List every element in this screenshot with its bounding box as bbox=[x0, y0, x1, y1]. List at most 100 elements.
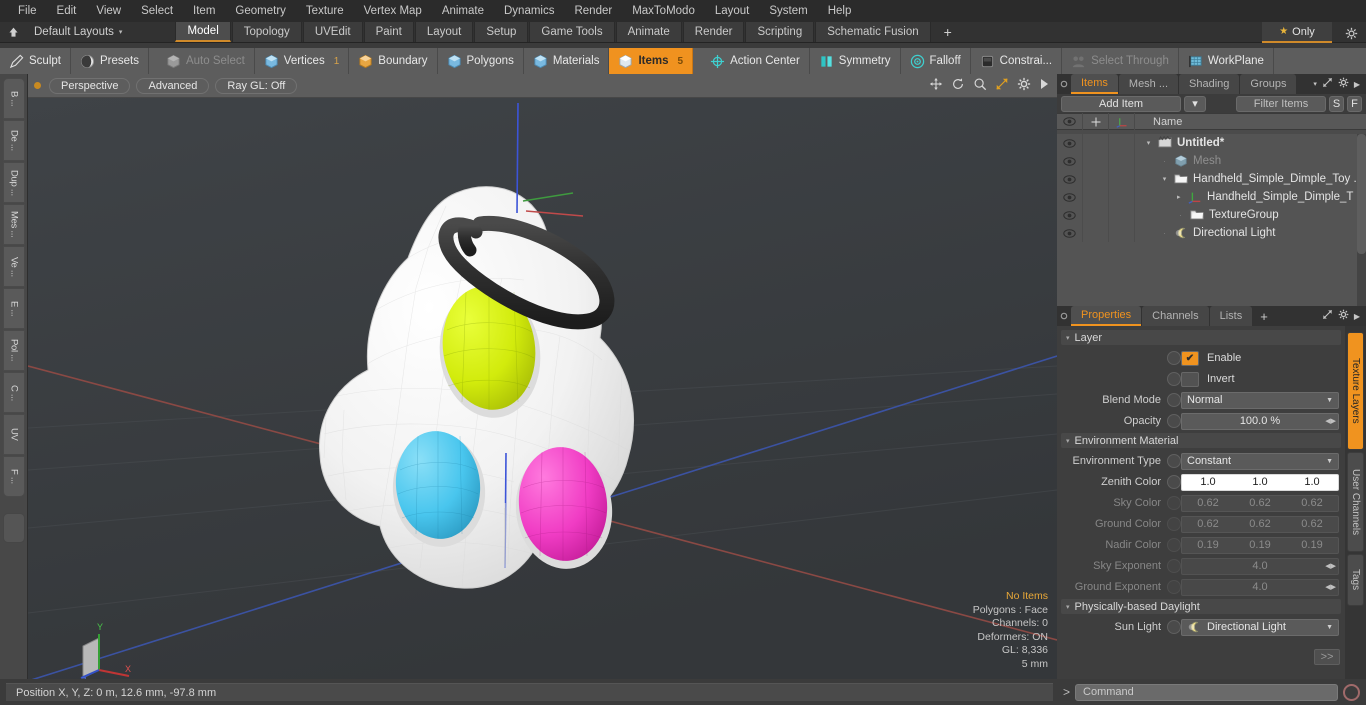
tree-twisty-icon[interactable]: ▸ bbox=[1174, 193, 1185, 201]
items-tab-groups[interactable]: Groups bbox=[1240, 74, 1297, 94]
properties-tab-lists[interactable]: Lists bbox=[1209, 306, 1253, 326]
layout-tab-layout[interactable]: Layout bbox=[414, 22, 474, 42]
color-component-0[interactable]: 1.0 bbox=[1182, 475, 1234, 490]
property-channel-dot[interactable] bbox=[1167, 559, 1181, 573]
play-icon[interactable]: ▶ bbox=[1354, 312, 1360, 321]
filter-items-input[interactable]: Filter Items bbox=[1236, 95, 1326, 112]
items-tree-row[interactable]: · Mesh bbox=[1057, 152, 1366, 170]
mode-symmetry[interactable]: Symmetry bbox=[810, 48, 901, 74]
maximize-icon[interactable] bbox=[1322, 77, 1333, 91]
add-item-button[interactable]: Add Item bbox=[1061, 95, 1181, 112]
color-component-1[interactable]: 0.62 bbox=[1234, 496, 1286, 511]
viewport-canvas[interactable]: Y X Z bbox=[28, 98, 1057, 679]
eye-icon[interactable] bbox=[1057, 206, 1083, 224]
left-tab-8[interactable]: UV bbox=[3, 414, 25, 455]
items-tree-row-name[interactable]: ▸ Handheld_Simple_Dimple_T ... bbox=[1135, 190, 1366, 205]
layout-tab-animate[interactable]: Animate bbox=[615, 22, 682, 42]
properties-tab-channels[interactable]: Channels bbox=[1142, 306, 1209, 326]
field-ground-exponent[interactable]: 4.0 ◀▶ bbox=[1181, 578, 1339, 596]
menu-item-texture[interactable]: Texture bbox=[296, 0, 354, 22]
property-channel-dot[interactable] bbox=[1167, 454, 1181, 468]
vtab-tags[interactable]: Tags bbox=[1347, 554, 1364, 606]
items-scrollbar[interactable] bbox=[1357, 134, 1366, 312]
panel-menu-icon[interactable] bbox=[1057, 306, 1071, 326]
layout-tab-scripting[interactable]: Scripting bbox=[745, 22, 815, 42]
items-tree-row-name[interactable]: · Mesh bbox=[1135, 154, 1366, 169]
menu-item-select[interactable]: Select bbox=[131, 0, 183, 22]
left-tab-9[interactable]: F ... bbox=[3, 456, 25, 497]
viewport-raygl-button[interactable]: Ray GL: Off bbox=[215, 77, 298, 94]
mode-falloff[interactable]: Falloff bbox=[901, 48, 971, 74]
gear-icon[interactable] bbox=[1338, 77, 1349, 91]
eye-icon[interactable] bbox=[1057, 188, 1083, 206]
section-header-layer[interactable]: ▾ Layer bbox=[1061, 330, 1341, 345]
field-opacity[interactable]: 100.0 % ◀▶ bbox=[1181, 412, 1339, 430]
layout-tab-setup[interactable]: Setup bbox=[474, 22, 529, 42]
property-channel-dot[interactable] bbox=[1167, 580, 1181, 594]
checkbox-invert[interactable] bbox=[1181, 371, 1199, 387]
section-header-physically-based-daylight[interactable]: ▾ Physically-based Daylight bbox=[1061, 599, 1341, 614]
axis-cell[interactable] bbox=[1109, 134, 1135, 152]
eye-icon[interactable] bbox=[1057, 134, 1083, 152]
column-lock-icon[interactable] bbox=[1083, 113, 1109, 130]
layout-tab-topology[interactable]: Topology bbox=[231, 22, 302, 42]
spinner-arrows-icon[interactable]: ◀▶ bbox=[1325, 583, 1336, 591]
viewport-shading-button[interactable]: Advanced bbox=[136, 77, 210, 94]
left-tab-3[interactable]: Mes ... bbox=[3, 204, 25, 245]
eye-icon[interactable] bbox=[1057, 170, 1083, 188]
axis-cell[interactable] bbox=[1109, 188, 1135, 206]
menu-item-system[interactable]: System bbox=[759, 0, 817, 22]
color-component-2[interactable]: 0.19 bbox=[1286, 538, 1338, 553]
column-visibility-eye-icon[interactable] bbox=[1057, 113, 1083, 130]
default-layouts-dropdown[interactable]: Default Layouts ▾ bbox=[26, 22, 130, 42]
mode-boundary[interactable]: Boundary bbox=[349, 48, 438, 74]
menu-item-dynamics[interactable]: Dynamics bbox=[494, 0, 564, 22]
vtab-texture-layers[interactable]: Texture Layers bbox=[1347, 332, 1364, 450]
menu-item-file[interactable]: File bbox=[8, 0, 47, 22]
viewport-dot-icon[interactable] bbox=[34, 82, 41, 89]
axis-cell[interactable] bbox=[1109, 224, 1135, 242]
left-strip-extra-button[interactable] bbox=[3, 513, 25, 543]
property-channel-dot[interactable] bbox=[1167, 393, 1181, 407]
left-tab-6[interactable]: Pol ... bbox=[3, 330, 25, 371]
items-tree-row[interactable]: · Directional Light bbox=[1057, 224, 1366, 242]
tree-twisty-icon[interactable]: · bbox=[1159, 156, 1170, 166]
axis-cell[interactable] bbox=[1109, 152, 1135, 170]
items-tree-list[interactable]: ▾ Untitled* · Mesh ▾ Handheld_Simple_Dimple_T… bbox=[1057, 134, 1366, 312]
left-tab-4[interactable]: Ve ... bbox=[3, 246, 25, 287]
properties-tab-properties[interactable]: Properties bbox=[1071, 306, 1142, 326]
lock-cell[interactable] bbox=[1083, 206, 1109, 224]
color-component-2[interactable]: 0.62 bbox=[1286, 496, 1338, 511]
layout-tab-game-tools[interactable]: Game Tools bbox=[529, 22, 615, 42]
gear-icon[interactable] bbox=[1338, 309, 1349, 323]
color-component-1[interactable]: 0.19 bbox=[1234, 538, 1286, 553]
menu-item-view[interactable]: View bbox=[86, 0, 131, 22]
lock-cell[interactable] bbox=[1083, 152, 1109, 170]
tree-twisty-icon[interactable]: · bbox=[1175, 210, 1186, 220]
record-circle-icon[interactable] bbox=[1343, 683, 1360, 701]
viewport-3d[interactable]: Perspective Advanced Ray GL: Off Y X No … bbox=[28, 74, 1057, 679]
color-component-2[interactable]: 1.0 bbox=[1286, 475, 1338, 490]
color-field-sky-color[interactable]: 0.62 0.62 0.62 bbox=[1181, 494, 1339, 512]
left-tab-1[interactable]: De ... bbox=[3, 120, 25, 161]
menu-item-help[interactable]: Help bbox=[818, 0, 862, 22]
only-toggle-button[interactable]: ★ Only bbox=[1262, 22, 1332, 43]
items-tree-row[interactable]: · TextureGroup bbox=[1057, 206, 1366, 224]
eye-icon[interactable] bbox=[1057, 224, 1083, 242]
menu-item-layout[interactable]: Layout bbox=[705, 0, 760, 22]
mode-action-center[interactable]: Action Center bbox=[701, 48, 810, 74]
color-component-0[interactable]: 0.62 bbox=[1182, 496, 1234, 511]
layout-tab-render[interactable]: Render bbox=[682, 22, 745, 42]
command-input[interactable]: Command bbox=[1075, 683, 1338, 701]
items-tree-row-name[interactable]: · Directional Light bbox=[1135, 226, 1366, 241]
layout-tab-uvedit[interactable]: UVEdit bbox=[302, 22, 363, 42]
items-tree-row[interactable]: ▸ Handheld_Simple_Dimple_T ... bbox=[1057, 188, 1366, 206]
property-channel-dot[interactable] bbox=[1167, 538, 1181, 552]
mode-auto-select[interactable]: Auto Select bbox=[157, 48, 255, 74]
color-field-zenith-color[interactable]: 1.0 1.0 1.0 bbox=[1181, 473, 1339, 491]
items-tree-row[interactable]: ▾ Handheld_Simple_Dimple_Toy ... bbox=[1057, 170, 1366, 188]
property-channel-dot[interactable] bbox=[1167, 351, 1181, 365]
lock-cell[interactable] bbox=[1083, 188, 1109, 206]
menu-item-maxtomodo[interactable]: MaxToModo bbox=[622, 0, 705, 22]
viewport-projection-button[interactable]: Perspective bbox=[49, 77, 131, 94]
